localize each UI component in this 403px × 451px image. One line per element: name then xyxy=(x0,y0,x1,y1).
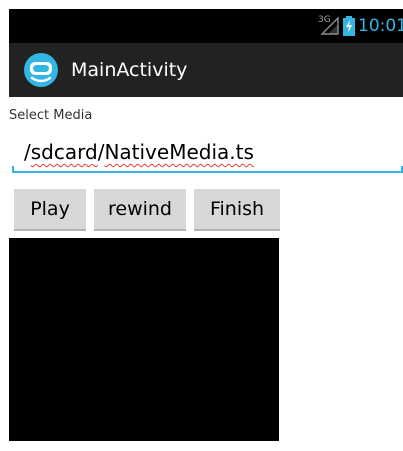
rewind-button[interactable]: rewind xyxy=(94,189,186,231)
path-prefix: / xyxy=(24,140,31,164)
status-clock: 10:01 xyxy=(358,16,403,36)
app-window: 3G 10:01 MainActivity Select Media /sdca… xyxy=(9,9,403,451)
media-path-input[interactable]: /sdcard/NativeMedia.ts xyxy=(12,137,403,173)
action-bar: MainActivity xyxy=(9,43,403,97)
path-file: NativeMedia.ts xyxy=(104,140,254,164)
app-launcher-icon[interactable] xyxy=(23,52,59,88)
video-surface[interactable] xyxy=(9,238,279,441)
status-bar: 3G 10:01 xyxy=(9,9,403,43)
battery-charging-icon xyxy=(343,16,355,36)
playback-controls: Play rewind Finish xyxy=(14,189,280,231)
play-button[interactable]: Play xyxy=(14,189,86,231)
path-dir: sdcard xyxy=(30,140,98,164)
signal-icon: 3G xyxy=(318,15,340,36)
app-title: MainActivity xyxy=(71,59,188,81)
input-focus-underline xyxy=(12,166,403,173)
select-media-label: Select Media xyxy=(9,108,93,123)
media-path-value[interactable]: /sdcard/NativeMedia.ts xyxy=(24,140,254,164)
finish-button[interactable]: Finish xyxy=(194,189,280,231)
status-indicators: 3G 10:01 xyxy=(318,15,403,37)
